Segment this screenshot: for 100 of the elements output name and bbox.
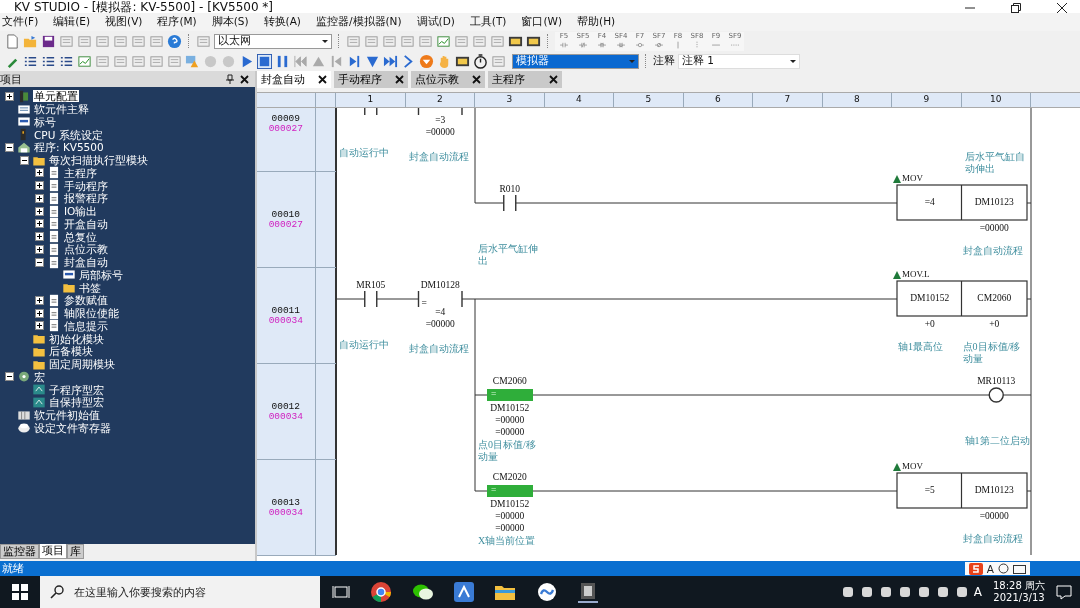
- pin-icon[interactable]: [226, 74, 234, 84]
- tree-item[interactable]: 参数赋值: [63, 294, 109, 307]
- menu-item[interactable]: 视图(V): [105, 15, 143, 29]
- tree-item[interactable]: 自保持型宏: [48, 396, 105, 409]
- connection-dropdown[interactable]: 以太网: [214, 33, 332, 49]
- expand-icon[interactable]: [35, 295, 44, 305]
- expand-icon[interactable]: [35, 232, 44, 242]
- panel-tab[interactable]: 监控器: [0, 544, 39, 559]
- menu-item[interactable]: 编辑(E): [53, 15, 91, 29]
- page-icon: [47, 242, 61, 256]
- expand-icon[interactable]: [5, 91, 14, 101]
- menu-item[interactable]: 监控器/模拟器(N): [315, 15, 402, 29]
- tree-item[interactable]: 信息提示: [63, 319, 109, 332]
- menu-item[interactable]: 工具(T): [469, 15, 507, 29]
- tree-item[interactable]: 后备模块: [48, 345, 94, 358]
- taskbar-clock[interactable]: 18:28 周六 2021/3/13: [993, 580, 1045, 604]
- tree-item[interactable]: 主程序: [63, 166, 98, 179]
- expand-icon[interactable]: [35, 244, 44, 254]
- expand-icon[interactable]: [35, 308, 44, 318]
- document-tab[interactable]: 点位示教: [411, 71, 485, 88]
- tree-item[interactable]: 设定文件寄存器: [33, 421, 112, 434]
- close-icon[interactable]: [472, 75, 481, 84]
- tree-item[interactable]: 软元件主释: [33, 103, 90, 116]
- menu-item[interactable]: 转换(A): [263, 15, 301, 29]
- panel-tab[interactable]: 项目: [39, 544, 67, 559]
- menu-item[interactable]: 帮助(H): [577, 15, 616, 29]
- tree-item[interactable]: 开盒自动: [63, 217, 109, 230]
- comment-dropdown[interactable]: 注释 1: [678, 53, 800, 69]
- page-icon: [47, 217, 61, 231]
- close-icon[interactable]: [549, 75, 558, 84]
- contact-symbol: [503, 194, 517, 212]
- close-icon[interactable]: [240, 74, 249, 84]
- tree-item[interactable]: 报警程序: [63, 192, 109, 205]
- pause-icon[interactable]: [275, 53, 290, 69]
- restore-icon[interactable]: [1010, 3, 1022, 13]
- tree-item[interactable]: 书签: [78, 281, 102, 294]
- tree-item[interactable]: IO输出: [63, 205, 99, 218]
- tree-item[interactable]: 程序: KV5500: [33, 141, 105, 154]
- coil-symbol: [988, 387, 1004, 403]
- document-tab[interactable]: 封盒自动: [257, 71, 331, 88]
- menu-item[interactable]: 程序(M): [157, 15, 197, 29]
- fast-forward-icon[interactable]: [383, 53, 398, 69]
- task-view-icon[interactable]: [332, 584, 350, 600]
- folder-icon[interactable]: [494, 583, 516, 601]
- expand-icon[interactable]: [35, 321, 44, 331]
- browser-icon[interactable]: [370, 581, 392, 603]
- tree-item[interactable]: 每次扫描执行型模块: [48, 154, 149, 167]
- mode-dropdown[interactable]: 模拟器: [512, 53, 639, 69]
- tree-item[interactable]: 单元配置: [33, 90, 79, 103]
- search-field[interactable]: 在这里输入你要搜索的内容: [40, 576, 320, 608]
- tree-item[interactable]: 点位示教: [63, 243, 109, 256]
- tree-item[interactable]: 封盒自动: [63, 256, 109, 269]
- tree-item[interactable]: CPU 系统设定: [33, 128, 104, 141]
- tree-item[interactable]: 固定周期模块: [48, 358, 116, 371]
- expand-icon[interactable]: [35, 193, 44, 203]
- save-icon[interactable]: [41, 33, 56, 49]
- chevron-icon[interactable]: [401, 53, 416, 69]
- tree-item[interactable]: 总复位: [63, 230, 98, 243]
- document-tab[interactable]: 手动程序: [334, 71, 408, 88]
- menu-item[interactable]: 调试(D): [416, 15, 455, 29]
- expand-icon[interactable]: [35, 181, 44, 191]
- menu-item[interactable]: 文件(F): [2, 15, 39, 29]
- expand-icon[interactable]: [35, 206, 44, 216]
- windows-start-icon[interactable]: [12, 584, 28, 600]
- value-label: DM10152: [489, 402, 531, 414]
- input-language-indicator[interactable]: A: [973, 585, 982, 599]
- plc-app-icon[interactable]: [578, 581, 598, 603]
- document-tab[interactable]: 主程序: [488, 71, 562, 88]
- stopwatch-icon[interactable]: [473, 53, 488, 69]
- column-header: 8: [822, 93, 892, 107]
- wire: [376, 298, 419, 300]
- tree-item[interactable]: 轴限位使能: [63, 307, 120, 320]
- tree-item[interactable]: 初始化模块: [48, 332, 105, 345]
- collapse-icon[interactable]: [35, 257, 44, 267]
- close-icon[interactable]: [318, 75, 327, 84]
- notification-icon[interactable]: [1056, 584, 1072, 600]
- collapse-icon[interactable]: [5, 372, 14, 382]
- close-icon[interactable]: [395, 75, 404, 84]
- expand-icon[interactable]: [35, 219, 44, 229]
- tree-item[interactable]: 软元件初始值: [33, 409, 101, 422]
- down-arrow-circle-icon[interactable]: [419, 53, 434, 69]
- collapse-icon[interactable]: [20, 155, 29, 165]
- collapse-icon[interactable]: [5, 142, 14, 152]
- tree-item[interactable]: 标号: [33, 115, 57, 128]
- menu-item[interactable]: 窗口(W): [521, 15, 563, 29]
- tree-item[interactable]: 子程序型宏: [48, 383, 105, 396]
- panel-tab[interactable]: 库: [67, 544, 84, 559]
- stop-icon[interactable]: [257, 53, 272, 69]
- tree-item[interactable]: 宏: [33, 370, 46, 383]
- input-method-bar[interactable]: A: [964, 562, 1030, 575]
- close-icon[interactable]: [1056, 3, 1068, 13]
- tree-item[interactable]: 手动程序: [63, 179, 109, 192]
- tree-item[interactable]: 局部标号: [78, 268, 124, 281]
- chat-icon[interactable]: [412, 582, 434, 602]
- help-icon[interactable]: [167, 33, 182, 49]
- menu-item[interactable]: 脚本(S): [211, 15, 249, 29]
- expand-icon[interactable]: [35, 168, 44, 178]
- keyboard-icon: [1013, 563, 1026, 574]
- step-forward-icon[interactable]: [347, 53, 362, 69]
- operator-label: =: [491, 388, 498, 400]
